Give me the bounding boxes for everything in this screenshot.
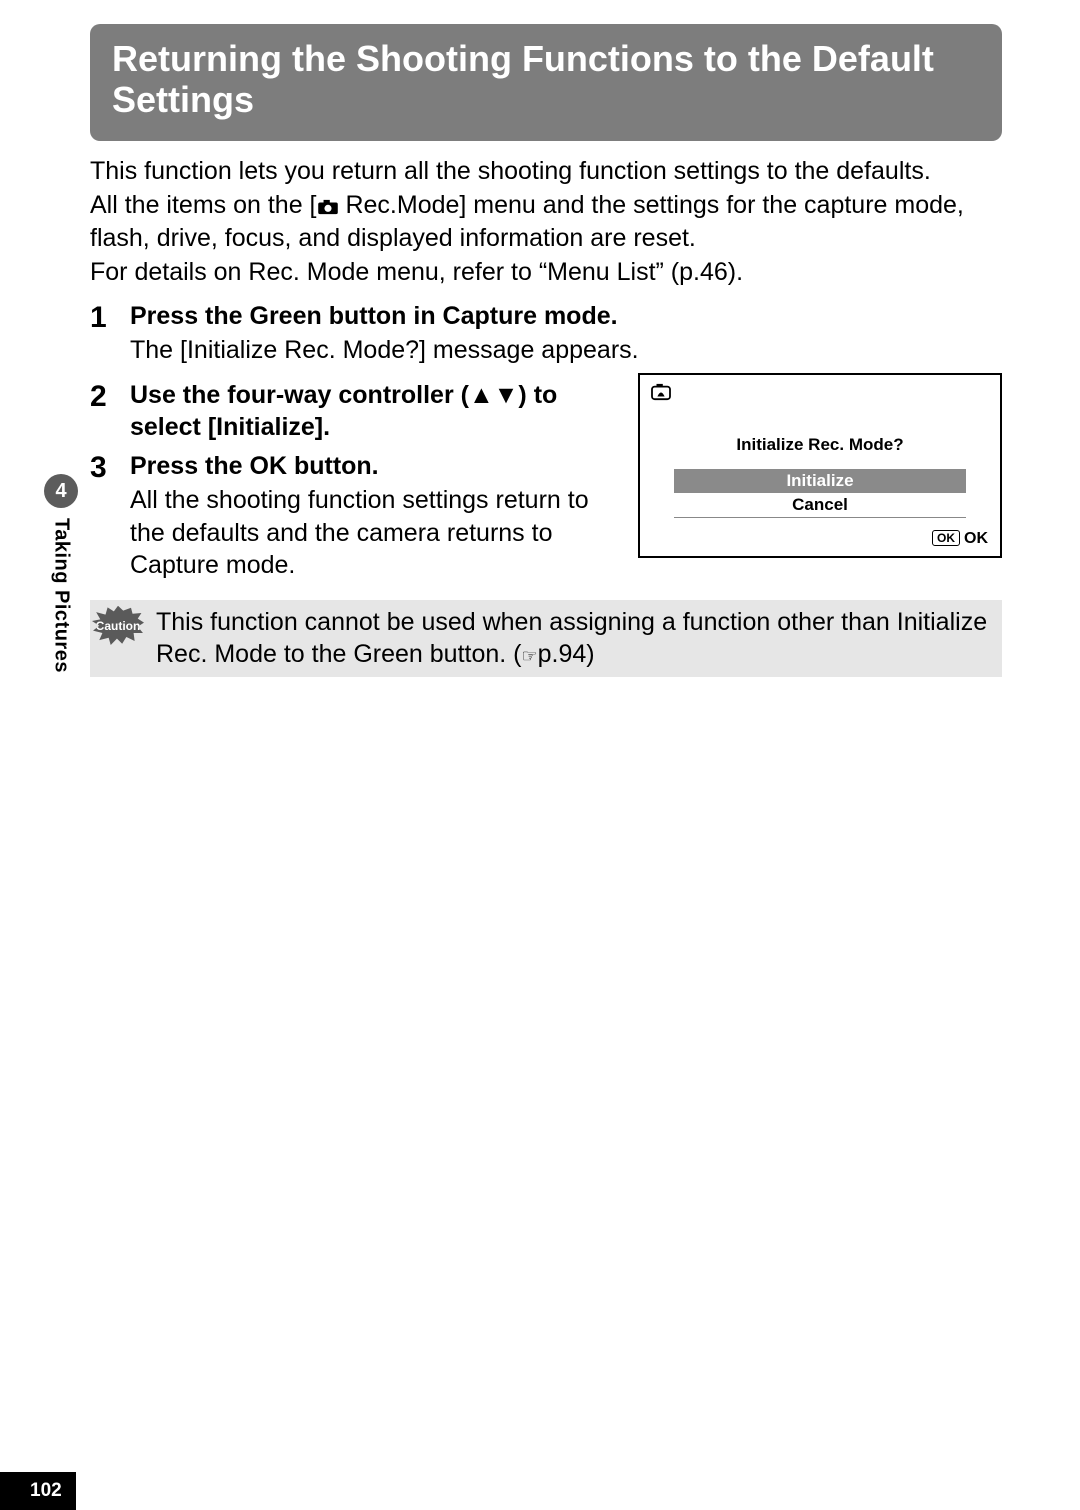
chapter-number-badge: 4	[44, 474, 78, 508]
intro-line2a: All the items on the [	[90, 191, 317, 219]
lcd-option-cancel: Cancel	[674, 493, 966, 518]
chapter-label: Taking Pictures	[50, 518, 73, 673]
ok-badge-icon: OK	[932, 530, 960, 546]
lcd-option-initialize: Initialize	[674, 469, 966, 493]
pointer-icon: ☞	[521, 645, 537, 668]
step-number: 3	[90, 450, 130, 486]
step-number: 1	[90, 300, 130, 336]
lcd-prompt: Initialize Rec. Mode?	[640, 417, 1000, 469]
lcd-options: Initialize Cancel	[640, 469, 1000, 524]
caution-box: Caution This function cannot be used whe…	[90, 600, 1002, 677]
page-number: 102	[0, 1472, 76, 1510]
step-heading: Press the OK button.	[130, 450, 620, 483]
intro-paragraph: This function lets you return all the sh…	[90, 155, 1002, 290]
step-subtext: The [Initialize Rec. Mode?] message appe…	[130, 334, 1002, 367]
green-mode-icon	[650, 383, 672, 401]
lcd-ok-row: OKOK	[640, 524, 1000, 556]
step-3: 3 Press the OK button. All the shooting …	[90, 450, 620, 582]
chapter-side-tab: 4 Taking Pictures	[38, 474, 84, 673]
caution-burst-icon: Caution	[92, 606, 144, 646]
step-heading: Use the four-way controller (▲▼) to sele…	[130, 379, 620, 444]
camera-lcd-preview: Initialize Rec. Mode? Initialize Cancel …	[638, 373, 1002, 558]
step-number: 2	[90, 379, 130, 415]
caution-text: This function cannot be used when assign…	[156, 606, 994, 671]
intro-line1: This function lets you return all the sh…	[90, 157, 931, 185]
camera-icon	[317, 199, 339, 215]
intro-line3: For details on Rec. Mode menu, refer to …	[90, 258, 743, 286]
section-title: Returning the Shooting Functions to the …	[112, 38, 980, 121]
section-title-bar: Returning the Shooting Functions to the …	[90, 24, 1002, 141]
step-subtext: All the shooting function settings retur…	[130, 484, 620, 582]
step-2: 2 Use the four-way controller (▲▼) to se…	[90, 379, 620, 444]
step-1: 1 Press the Green button in Capture mode…	[90, 300, 1002, 367]
lcd-ok-label: OK	[964, 530, 988, 547]
step-heading: Press the Green button in Capture mode.	[130, 300, 1002, 333]
steps-list: 1 Press the Green button in Capture mode…	[90, 300, 1002, 582]
